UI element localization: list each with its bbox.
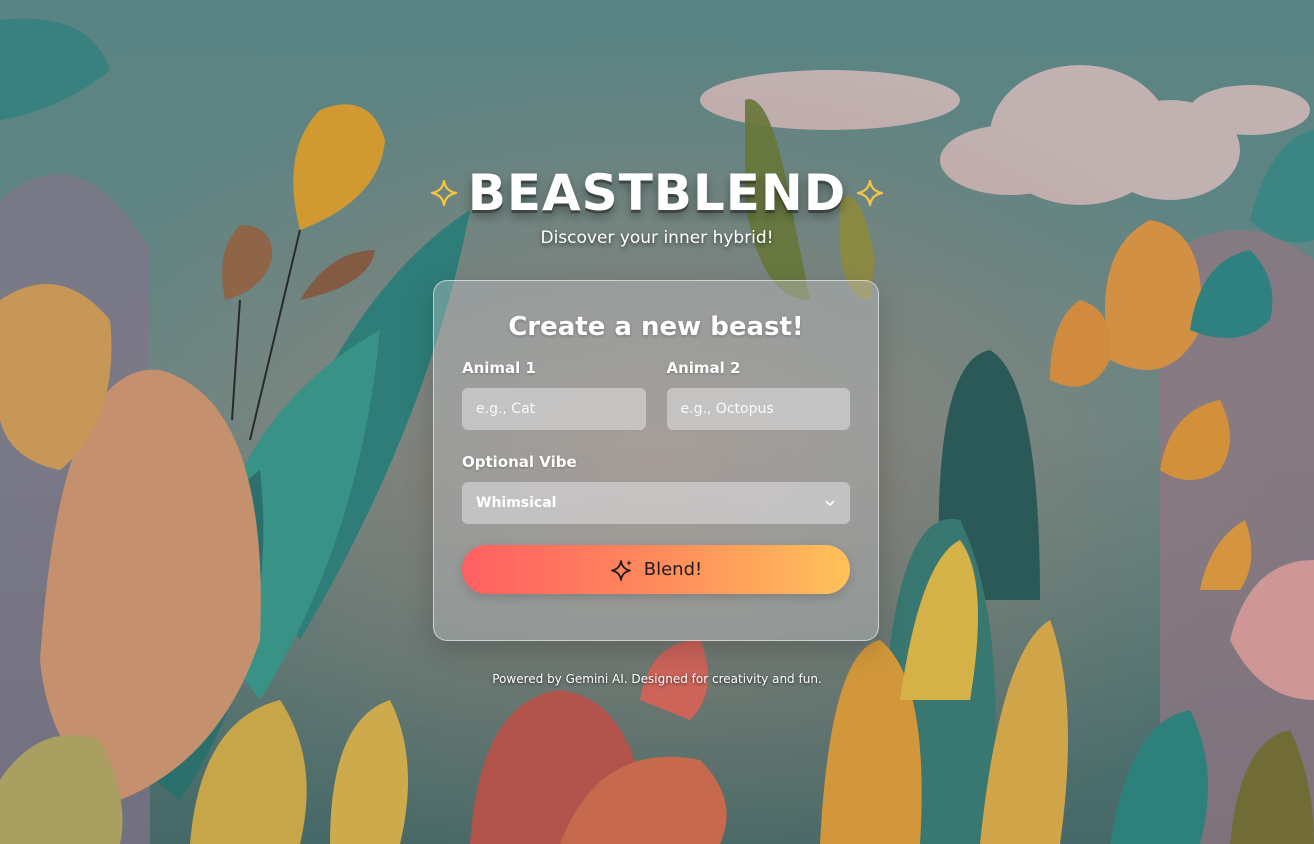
- sparkle-icon: [610, 559, 632, 581]
- animal2-label: Animal 2: [666, 359, 741, 377]
- blend-button[interactable]: Blend!: [462, 545, 850, 594]
- animal1-input[interactable]: [462, 388, 646, 430]
- animal1-field: Animal 1: [462, 358, 646, 430]
- vibe-select[interactable]: Whimsical: [462, 482, 850, 524]
- tagline: Discover your inner hybrid!: [540, 228, 774, 248]
- sparkle-icon: [857, 179, 884, 207]
- title-row: BEASTBLEND: [0, 158, 1314, 228]
- app-header: BEASTBLEND Discover your inner hybrid!: [0, 158, 1314, 248]
- animal-fields-row: Animal 1 Animal 2: [462, 358, 850, 430]
- animal2-field: Animal 2: [666, 358, 850, 430]
- vibe-field: Optional Vibe Whimsical: [462, 452, 850, 524]
- vibe-label: Optional Vibe: [462, 453, 577, 471]
- sparkle-icon: [430, 179, 457, 207]
- animal2-input[interactable]: [666, 388, 850, 430]
- blend-button-label: Blend!: [643, 559, 703, 580]
- card-title: Create a new beast!: [508, 312, 804, 342]
- vibe-selected-value: Whimsical: [476, 495, 557, 511]
- footer-text: Powered by Gemini AI. Designed for creat…: [492, 672, 822, 686]
- chevron-down-icon: [825, 500, 835, 506]
- app-title: BEASTBLEND: [467, 164, 847, 222]
- animal1-label: Animal 1: [462, 359, 536, 377]
- create-beast-card: Create a new beast! Animal 1 Animal 2 Op…: [433, 280, 879, 641]
